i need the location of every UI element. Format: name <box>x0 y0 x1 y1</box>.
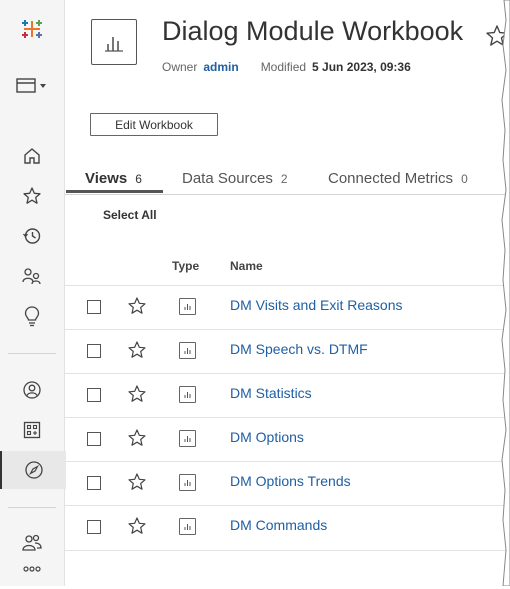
view-type-icon <box>179 342 196 359</box>
view-name-link[interactable]: DM Visits and Exit Reasons <box>230 297 402 313</box>
recommendations-icon[interactable] <box>0 298 64 334</box>
sidebar-divider <box>8 507 56 508</box>
tab-count: 2 <box>280 172 288 186</box>
workbook-thumbnail-icon <box>91 19 137 65</box>
table-row[interactable]: DM Commands <box>65 505 510 551</box>
favorite-star-icon[interactable] <box>127 516 147 541</box>
column-header-type[interactable]: Type <box>172 259 199 273</box>
modified-value: 5 Jun 2023, 09:36 <box>312 60 411 74</box>
table-row[interactable]: DM Statistics <box>65 373 510 418</box>
favorite-star-icon[interactable] <box>127 428 147 453</box>
view-type-icon <box>179 474 196 491</box>
view-name-link[interactable]: DM Options Trends <box>230 473 351 489</box>
recents-icon[interactable] <box>0 218 64 254</box>
view-type-icon <box>179 430 196 447</box>
tab-label: Views <box>85 170 128 187</box>
table-row[interactable]: DM Speech vs. DTMF <box>65 329 510 374</box>
explore-icon[interactable] <box>0 451 66 489</box>
row-checkbox[interactable] <box>87 476 101 490</box>
view-type-icon <box>179 386 196 403</box>
workbook-meta: Owner admin Modified 5 Jun 2023, 09:36 <box>162 60 411 74</box>
view-name-link[interactable]: DM Commands <box>230 517 327 533</box>
row-checkbox[interactable] <box>87 344 101 358</box>
favorite-star-icon[interactable] <box>127 296 147 321</box>
table-row[interactable]: DM Visits and Exit Reasons <box>65 285 510 330</box>
tab-label: Data Sources <box>182 170 273 187</box>
tab-connected-metrics[interactable]: Connected Metrics 0 <box>328 170 468 187</box>
owner-link[interactable]: admin <box>203 60 238 74</box>
favorite-star-icon[interactable] <box>127 340 147 365</box>
owner-label: Owner <box>162 60 198 74</box>
personal-space-icon[interactable] <box>0 372 64 408</box>
favorite-star-icon[interactable] <box>127 472 147 497</box>
tableau-logo-icon[interactable] <box>0 11 64 47</box>
tab-views[interactable]: Views 6 <box>85 170 142 187</box>
favorite-star-icon[interactable] <box>127 384 147 409</box>
view-type-icon <box>179 298 196 315</box>
tab-data-sources[interactable]: Data Sources 2 <box>182 170 288 187</box>
table-row[interactable]: DM Options Trends <box>65 461 510 506</box>
edit-workbook-button[interactable]: Edit Workbook <box>90 113 218 136</box>
active-tab-indicator <box>66 190 163 193</box>
home-icon[interactable] <box>0 138 64 174</box>
view-name-link[interactable]: DM Statistics <box>230 385 312 401</box>
select-all-link[interactable]: Select All <box>103 208 157 222</box>
torn-edge-decoration <box>501 0 510 586</box>
view-type-icon <box>179 518 196 535</box>
view-name-link[interactable]: DM Options <box>230 429 304 445</box>
table-row[interactable]: DM Options <box>65 417 510 462</box>
sidebar <box>0 0 66 589</box>
tab-count: 6 <box>135 172 142 186</box>
row-checkbox[interactable] <box>87 520 101 534</box>
column-header-name[interactable]: Name <box>230 259 263 273</box>
favorites-icon[interactable] <box>0 178 64 214</box>
view-name-link[interactable]: DM Speech vs. DTMF <box>230 341 368 357</box>
more-icon[interactable] <box>0 563 64 589</box>
row-checkbox[interactable] <box>87 432 101 446</box>
site-switcher-icon[interactable] <box>0 68 64 104</box>
main-content: Dialog Module Workbook Owner admin Modifie… <box>65 0 510 586</box>
shared-with-me-icon[interactable] <box>0 258 64 294</box>
tab-count: 0 <box>461 172 468 186</box>
modified-label: Modified <box>260 60 307 74</box>
sidebar-divider <box>8 353 56 354</box>
tab-label: Connected Metrics <box>328 170 454 187</box>
row-checkbox[interactable] <box>87 388 101 402</box>
row-checkbox[interactable] <box>87 300 101 314</box>
page-title: Dialog Module Workbook <box>162 16 464 46</box>
collections-icon[interactable] <box>0 412 64 448</box>
users-icon[interactable] <box>0 525 64 561</box>
